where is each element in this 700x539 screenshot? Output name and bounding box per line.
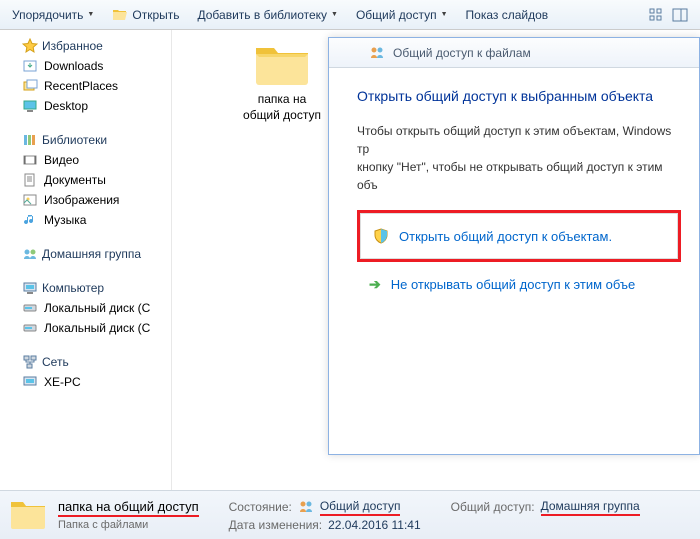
folder-icon bbox=[252, 40, 312, 88]
recent-icon bbox=[22, 78, 38, 94]
slideshow-button[interactable]: Показ слайдов bbox=[458, 4, 557, 26]
organize-menu[interactable]: Упорядочить ▼ bbox=[4, 4, 102, 26]
status-item-name: папка на общий доступ bbox=[58, 499, 199, 517]
highlighted-option: Открыть общий доступ к объектам. bbox=[357, 210, 681, 262]
sidebar-item-documents[interactable]: Документы bbox=[0, 170, 171, 190]
slideshow-label: Показ слайдов bbox=[466, 8, 549, 22]
people-icon bbox=[369, 45, 385, 61]
sidebar-item-pictures[interactable]: Изображения bbox=[0, 190, 171, 210]
status-item-type: Папка с файлами bbox=[58, 519, 199, 531]
disk-icon bbox=[22, 300, 38, 316]
network-icon bbox=[22, 354, 38, 370]
share-value: Домашняя группа bbox=[541, 499, 640, 516]
chevron-down-icon: ▼ bbox=[331, 11, 338, 18]
computer-icon bbox=[22, 280, 38, 296]
dialog-title: Общий доступ к файлам bbox=[393, 46, 531, 60]
add-to-library-menu[interactable]: Добавить в библиотеку ▼ bbox=[190, 4, 346, 26]
favorites-header[interactable]: ▷ Избранное bbox=[0, 36, 171, 56]
noshare-option[interactable]: ➔ Не открывать общий доступ к этим объе bbox=[357, 276, 681, 293]
network-header[interactable]: ▷ Сеть bbox=[0, 352, 171, 372]
share-menu[interactable]: Общий доступ ▼ bbox=[348, 4, 456, 26]
documents-icon bbox=[22, 172, 38, 188]
chevron-down-icon: ▼ bbox=[441, 11, 448, 18]
homegroup-header[interactable]: ▷ Домашняя группа bbox=[0, 244, 171, 264]
dialog-description: Чтобы открыть общий доступ к этим объект… bbox=[357, 122, 681, 194]
libraries-section: ▷ Библиотеки Видео Документы bbox=[0, 130, 171, 230]
arrow-right-icon: ➔ bbox=[369, 276, 381, 293]
sidebar-item-disk-c[interactable]: Локальный диск (C bbox=[0, 298, 171, 318]
open-button[interactable]: Открыть bbox=[104, 3, 187, 27]
chevron-down-icon: ▼ bbox=[87, 11, 94, 18]
date-value: 22.04.2016 11:41 bbox=[328, 518, 421, 532]
pictures-icon bbox=[22, 192, 38, 208]
downloads-icon bbox=[22, 58, 38, 74]
video-icon bbox=[22, 152, 38, 168]
state-label: Состояние: bbox=[229, 500, 292, 514]
music-icon bbox=[22, 212, 38, 228]
desktop-icon bbox=[22, 98, 38, 114]
folder-name-label: папка на общий доступ bbox=[242, 92, 322, 123]
favorites-section: ▷ Избранное Downloads RecentPlaces bbox=[0, 36, 171, 116]
navigation-pane: ▷ Избранное Downloads RecentPlaces bbox=[0, 30, 172, 490]
view-mode-icon[interactable] bbox=[648, 7, 664, 23]
homegroup-icon bbox=[22, 246, 38, 262]
sidebar-item-video[interactable]: Видео bbox=[0, 150, 171, 170]
homegroup-section: ▷ Домашняя группа bbox=[0, 244, 171, 264]
shield-icon bbox=[373, 228, 389, 244]
item-label: XE-PC bbox=[44, 375, 81, 389]
noshare-option-label: Не открывать общий доступ к этим объе bbox=[391, 277, 636, 292]
sidebar-item-disk-c2[interactable]: Локальный диск (С bbox=[0, 318, 171, 338]
preview-pane-icon[interactable] bbox=[672, 7, 688, 23]
item-label: Видео bbox=[44, 153, 79, 167]
share-label: Общий доступ: bbox=[451, 500, 535, 514]
add-library-label: Добавить в библиотеку bbox=[198, 8, 328, 22]
sidebar-item-desktop[interactable]: Desktop bbox=[0, 96, 171, 116]
network-label: Сеть bbox=[42, 355, 69, 369]
sidebar-item-downloads[interactable]: Downloads bbox=[0, 56, 171, 76]
star-icon bbox=[22, 38, 38, 54]
item-label: Downloads bbox=[44, 59, 103, 73]
share-label: Общий доступ bbox=[356, 8, 437, 22]
details-pane: папка на общий доступ Папка с файлами Со… bbox=[0, 490, 700, 539]
item-label: RecentPlaces bbox=[44, 79, 118, 93]
people-icon bbox=[298, 499, 314, 515]
libraries-header[interactable]: ▷ Библиотеки bbox=[0, 130, 171, 150]
organize-label: Упорядочить bbox=[12, 8, 83, 22]
computer-label: Компьютер bbox=[42, 281, 104, 295]
dialog-titlebar[interactable]: Общий доступ к файлам bbox=[329, 38, 699, 68]
item-label: Музыка bbox=[44, 213, 86, 227]
share-dialog: Общий доступ к файлам Открыть общий дост… bbox=[328, 37, 700, 455]
libraries-label: Библиотеки bbox=[42, 133, 107, 147]
state-value: Общий доступ bbox=[320, 499, 401, 516]
open-label: Открыть bbox=[132, 8, 179, 22]
date-label: Дата изменения: bbox=[229, 518, 323, 532]
dialog-heading: Открыть общий доступ к выбранным объекта bbox=[357, 88, 681, 104]
sidebar-item-xepc[interactable]: XE-PC bbox=[0, 372, 171, 392]
folder-item[interactable]: папка на общий доступ bbox=[242, 40, 322, 123]
favorites-label: Избранное bbox=[42, 39, 103, 53]
item-label: Локальный диск (C bbox=[44, 301, 150, 315]
computer-header[interactable]: ▷ Компьютер bbox=[0, 278, 171, 298]
share-option[interactable]: Открыть общий доступ к объектам. bbox=[360, 213, 678, 259]
libraries-icon bbox=[22, 132, 38, 148]
folder-open-icon bbox=[112, 7, 128, 23]
pc-icon bbox=[22, 374, 38, 390]
disk-icon bbox=[22, 320, 38, 336]
item-label: Локальный диск (С bbox=[44, 321, 150, 335]
sidebar-item-recent[interactable]: RecentPlaces bbox=[0, 76, 171, 96]
explorer-toolbar: Упорядочить ▼ Открыть Добавить в библиот… bbox=[0, 0, 700, 30]
network-section: ▷ Сеть XE-PC bbox=[0, 352, 171, 392]
computer-section: ▷ Компьютер Локальный диск (C Локальный … bbox=[0, 278, 171, 338]
item-label: Изображения bbox=[44, 193, 119, 207]
homegroup-label: Домашняя группа bbox=[42, 247, 141, 261]
sidebar-item-music[interactable]: Музыка bbox=[0, 210, 171, 230]
item-label: Desktop bbox=[44, 99, 88, 113]
item-label: Документы bbox=[44, 173, 106, 187]
share-option-label: Открыть общий доступ к объектам. bbox=[399, 229, 612, 244]
folder-icon bbox=[8, 497, 48, 533]
